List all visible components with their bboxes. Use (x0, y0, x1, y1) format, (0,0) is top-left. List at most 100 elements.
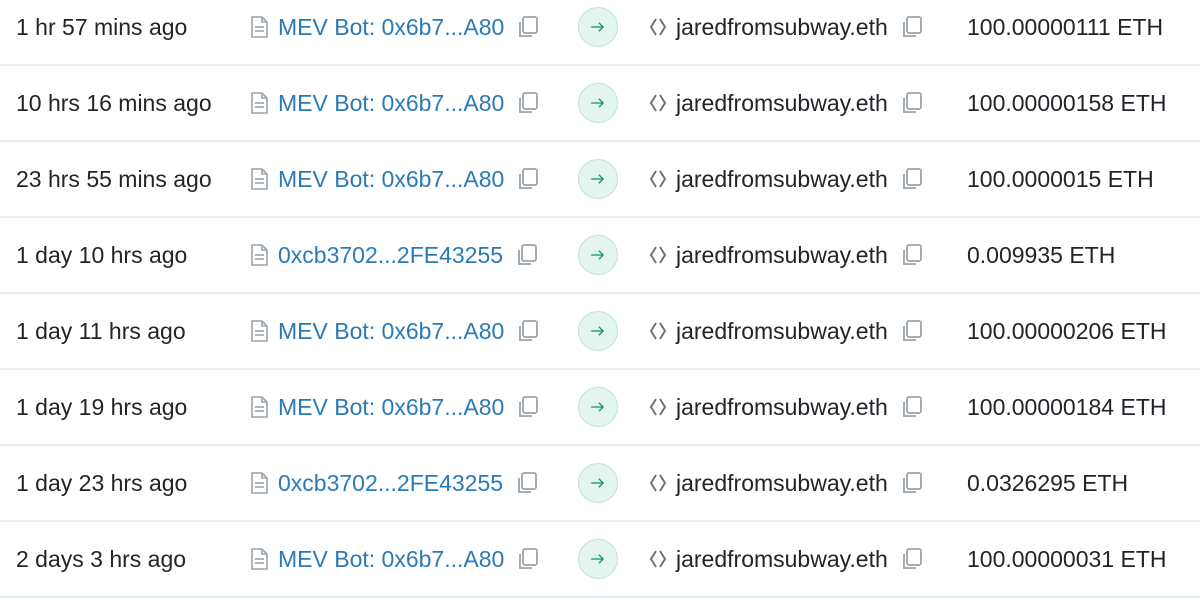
to-address[interactable]: jaredfromsubway.eth (676, 14, 888, 41)
from-cell: 0xcb3702...2FE43255 (250, 218, 539, 292)
to-address[interactable]: jaredfromsubway.eth (676, 318, 888, 345)
copy-icon[interactable] (900, 471, 924, 495)
direction-cell (578, 218, 618, 292)
direction-cell (578, 0, 618, 64)
contract-icon (648, 472, 668, 494)
document-icon (250, 92, 268, 114)
from-address-link[interactable]: MEV Bot: 0x6b7...A80 (278, 318, 504, 345)
value-cell: 0.0326295 ETH (967, 446, 1128, 520)
copy-icon[interactable] (516, 547, 540, 571)
value-text: 100.0000015 ETH (967, 165, 1154, 192)
age-cell: 1 day 10 hrs ago (16, 218, 187, 292)
document-icon (250, 396, 268, 418)
from-cell: MEV Bot: 0x6b7...A80 (250, 294, 540, 368)
age-text: 1 hr 57 mins ago (16, 13, 188, 40)
value-cell: 100.00000206 ETH (967, 294, 1167, 368)
age-text: 23 hrs 55 mins ago (16, 165, 212, 192)
from-cell: MEV Bot: 0x6b7...A80 (250, 0, 540, 64)
from-cell: MEV Bot: 0x6b7...A80 (250, 522, 540, 596)
arrow-right-icon (578, 159, 618, 199)
value-cell: 100.00000184 ETH (967, 370, 1167, 444)
document-icon (250, 244, 268, 266)
to-address[interactable]: jaredfromsubway.eth (676, 166, 888, 193)
arrow-right-icon (578, 463, 618, 503)
contract-icon (648, 244, 668, 266)
from-cell: MEV Bot: 0x6b7...A80 (250, 370, 540, 444)
copy-icon[interactable] (515, 243, 539, 267)
to-address[interactable]: jaredfromsubway.eth (676, 394, 888, 421)
age-cell: 2 days 3 hrs ago (16, 522, 186, 596)
age-cell: 10 hrs 16 mins ago (16, 66, 212, 140)
direction-cell (578, 370, 618, 444)
contract-icon (648, 320, 668, 342)
age-cell: 1 day 19 hrs ago (16, 370, 187, 444)
copy-icon[interactable] (516, 395, 540, 419)
from-address-link[interactable]: MEV Bot: 0x6b7...A80 (278, 546, 504, 573)
to-cell: jaredfromsubway.eth (648, 522, 924, 596)
arrow-right-icon (578, 83, 618, 123)
age-cell: 1 hr 57 mins ago (16, 0, 187, 64)
copy-icon[interactable] (516, 167, 540, 191)
copy-icon[interactable] (516, 91, 540, 115)
copy-icon[interactable] (515, 471, 539, 495)
document-icon (250, 548, 268, 570)
contract-icon (648, 16, 668, 38)
value-text: 100.00000206 ETH (967, 317, 1167, 344)
arrow-right-icon (578, 235, 618, 275)
to-address[interactable]: jaredfromsubway.eth (676, 242, 888, 269)
from-address-link[interactable]: MEV Bot: 0x6b7...A80 (278, 14, 504, 41)
to-cell: jaredfromsubway.eth (648, 0, 924, 64)
contract-icon (648, 548, 668, 570)
from-cell: 0xcb3702...2FE43255 (250, 446, 539, 520)
table-row: 1 hr 57 mins ago MEV Bot: 0x6b7...A80 ja… (0, 0, 1200, 66)
age-text: 1 day 11 hrs ago (16, 317, 186, 344)
direction-cell (578, 522, 618, 596)
value-text: 100.00000031 ETH (967, 545, 1167, 572)
copy-icon[interactable] (900, 319, 924, 343)
copy-icon[interactable] (900, 91, 924, 115)
value-cell: 0.009935 ETH (967, 218, 1115, 292)
transactions-table: 1 hr 57 mins ago MEV Bot: 0x6b7...A80 ja… (0, 0, 1200, 598)
age-text: 1 day 23 hrs ago (16, 469, 188, 496)
copy-icon[interactable] (516, 15, 540, 39)
to-cell: jaredfromsubway.eth (648, 294, 924, 368)
to-address[interactable]: jaredfromsubway.eth (676, 546, 888, 573)
to-cell: jaredfromsubway.eth (648, 142, 924, 216)
copy-icon[interactable] (900, 243, 924, 267)
copy-icon[interactable] (900, 395, 924, 419)
value-cell: 100.00000158 ETH (967, 66, 1167, 140)
document-icon (250, 16, 268, 38)
to-cell: jaredfromsubway.eth (648, 446, 924, 520)
table-row: 1 day 19 hrs ago MEV Bot: 0x6b7...A80 ja… (0, 370, 1200, 446)
copy-icon[interactable] (900, 167, 924, 191)
from-address-link[interactable]: 0xcb3702...2FE43255 (278, 242, 503, 269)
copy-icon[interactable] (516, 319, 540, 343)
document-icon (250, 320, 268, 342)
from-address-link[interactable]: MEV Bot: 0x6b7...A80 (278, 90, 504, 117)
age-text: 10 hrs 16 mins ago (16, 89, 212, 116)
from-address-link[interactable]: MEV Bot: 0x6b7...A80 (278, 166, 504, 193)
arrow-right-icon (578, 387, 618, 427)
copy-icon[interactable] (900, 15, 924, 39)
to-address[interactable]: jaredfromsubway.eth (676, 470, 888, 497)
age-text: 1 day 19 hrs ago (16, 393, 188, 420)
from-cell: MEV Bot: 0x6b7...A80 (250, 142, 540, 216)
age-text: 2 days 3 hrs ago (16, 545, 187, 572)
from-address-link[interactable]: 0xcb3702...2FE43255 (278, 470, 503, 497)
age-cell: 1 day 11 hrs ago (16, 294, 186, 368)
copy-icon[interactable] (900, 547, 924, 571)
direction-cell (578, 446, 618, 520)
document-icon (250, 168, 268, 190)
table-row: 23 hrs 55 mins ago MEV Bot: 0x6b7...A80 … (0, 142, 1200, 218)
value-cell: 100.0000015 ETH (967, 142, 1154, 216)
value-text: 100.00000158 ETH (967, 89, 1167, 116)
table-row: 1 day 11 hrs ago MEV Bot: 0x6b7...A80 ja… (0, 294, 1200, 370)
contract-icon (648, 168, 668, 190)
to-address[interactable]: jaredfromsubway.eth (676, 90, 888, 117)
age-cell: 23 hrs 55 mins ago (16, 142, 212, 216)
from-cell: MEV Bot: 0x6b7...A80 (250, 66, 540, 140)
direction-cell (578, 66, 618, 140)
from-address-link[interactable]: MEV Bot: 0x6b7...A80 (278, 394, 504, 421)
direction-cell (578, 142, 618, 216)
to-cell: jaredfromsubway.eth (648, 370, 924, 444)
